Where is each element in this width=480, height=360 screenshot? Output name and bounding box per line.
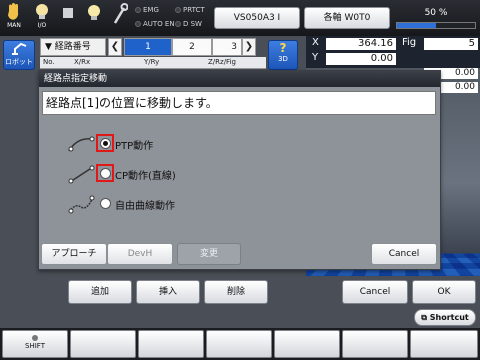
dialog-cancel-button[interactable]: Cancel xyxy=(371,243,437,265)
devh-button[interactable]: DevH xyxy=(107,243,173,265)
shift-label: SHIFT xyxy=(25,342,45,350)
free-curve-icon xyxy=(68,195,95,214)
route-number-label: 経路番号 xyxy=(54,42,91,52)
cp-label: CP動作(直線) xyxy=(115,171,176,182)
status-auto-en: AUTO EN xyxy=(135,20,175,28)
cp-radio[interactable] xyxy=(100,168,111,179)
axis-mode-button[interactable]: 各軸 W0T0 xyxy=(304,7,390,29)
tab-page-1[interactable]: 1 xyxy=(124,38,172,56)
col-no: No. xyxy=(43,58,55,66)
shortcut-icon: ⧉ xyxy=(421,313,427,322)
move-to-point-dialog: 経路点指定移動 経路点[1]の位置に移動します。 PTP動作 CP動作(直線) … xyxy=(38,70,441,270)
hand-icon[interactable]: MAN xyxy=(2,2,26,34)
bulb-icon[interactable]: I/O xyxy=(30,2,54,34)
y-value: 0.00 xyxy=(326,53,396,65)
insert-button[interactable]: 挿入 xyxy=(136,280,200,304)
option-cp-linear[interactable]: CP動作(直線) xyxy=(67,163,267,185)
fig-value: 5 xyxy=(424,38,478,50)
program-button[interactable]: VS050A3 I xyxy=(214,7,300,29)
function-key-2[interactable] xyxy=(70,330,136,358)
function-key-3[interactable] xyxy=(138,330,204,358)
speed-progress-bar[interactable] xyxy=(396,22,476,29)
function-key-bar: SHIFT xyxy=(0,328,480,360)
wrench-icon[interactable] xyxy=(108,2,132,34)
coordinate-panel: X 364.16 Y 0.00 Fig 5 xyxy=(306,36,480,68)
ptp-curve-icon xyxy=(68,136,95,152)
robot-button[interactable]: ロボット xyxy=(3,40,35,70)
hand-label: MAN xyxy=(7,22,21,29)
x-label: X xyxy=(312,37,319,48)
x-value: 364.16 xyxy=(326,38,396,50)
dialog-message: 経路点[1]の位置に移動します。 xyxy=(42,91,436,115)
y-label: Y xyxy=(312,52,319,63)
free-curve-radio[interactable] xyxy=(100,198,111,209)
status-prtct: PRTCT xyxy=(175,6,205,14)
robot-label: ロボット xyxy=(5,58,33,66)
add-button[interactable]: 追加 xyxy=(68,280,132,304)
speed-percent-label: 50 % xyxy=(424,8,448,18)
tab-page-2[interactable]: 2 xyxy=(172,38,212,56)
free-curve-label: 自由曲線動作 xyxy=(115,201,175,212)
status-dsw: D SW xyxy=(175,20,202,28)
stop-square-icon[interactable] xyxy=(56,2,80,34)
function-key-7[interactable] xyxy=(410,330,478,358)
function-key-4[interactable] xyxy=(206,330,272,358)
col-x: X/Rx xyxy=(74,58,91,66)
route-number-header[interactable]: ▼ 経路番号 xyxy=(40,38,106,56)
ptp-radio[interactable] xyxy=(100,138,111,149)
change-button[interactable]: 変更 xyxy=(177,243,241,265)
shortcut-button[interactable]: ⧉ Shortcut xyxy=(414,309,476,326)
lamp-icon[interactable] xyxy=(82,2,106,34)
function-key-5[interactable] xyxy=(274,330,340,358)
path-table-header: No. X/Rx Y/Ry Z/Rz/Fig xyxy=(40,57,266,69)
tab-prev-button[interactable]: ❮ xyxy=(108,38,122,56)
ok-button[interactable]: OK xyxy=(412,280,476,304)
option-free-curve[interactable]: 自由曲線動作 xyxy=(67,193,267,215)
tab-next-button[interactable]: ❯ xyxy=(242,38,256,56)
dialog-title: 経路点指定移動 xyxy=(39,71,440,87)
option-ptp[interactable]: PTP動作 xyxy=(67,133,267,155)
col-y: Y/Ry xyxy=(144,58,160,66)
status-emg: EMG xyxy=(135,6,159,14)
robot-arm-icon xyxy=(12,42,27,55)
shortcut-label: Shortcut xyxy=(429,313,469,322)
fig-label: Fig xyxy=(402,37,417,48)
tab-page-3[interactable]: 3 xyxy=(212,38,242,56)
view-3d-button[interactable]: ? 3D xyxy=(268,40,298,70)
col-z: Z/Rz/Fig xyxy=(208,58,236,66)
function-key-6[interactable] xyxy=(342,330,408,358)
delete-button[interactable]: 削除 xyxy=(204,280,268,304)
io-label: I/O xyxy=(37,22,47,29)
cancel-button[interactable]: Cancel xyxy=(342,280,408,304)
view-3d-label: 3D xyxy=(278,55,288,63)
help-3d-icon: ? xyxy=(279,41,287,55)
top-toolbar: MAN I/O EMG AUTO EN PRTCT D SW VS050A3 I… xyxy=(0,0,480,36)
ptp-label: PTP動作 xyxy=(115,141,154,152)
approach-button[interactable]: アプローチ xyxy=(41,243,107,265)
speed-progress-fill xyxy=(397,23,436,28)
cp-line-icon xyxy=(68,165,95,184)
shift-key[interactable]: SHIFT xyxy=(2,330,68,358)
shift-indicator-icon xyxy=(32,335,38,341)
